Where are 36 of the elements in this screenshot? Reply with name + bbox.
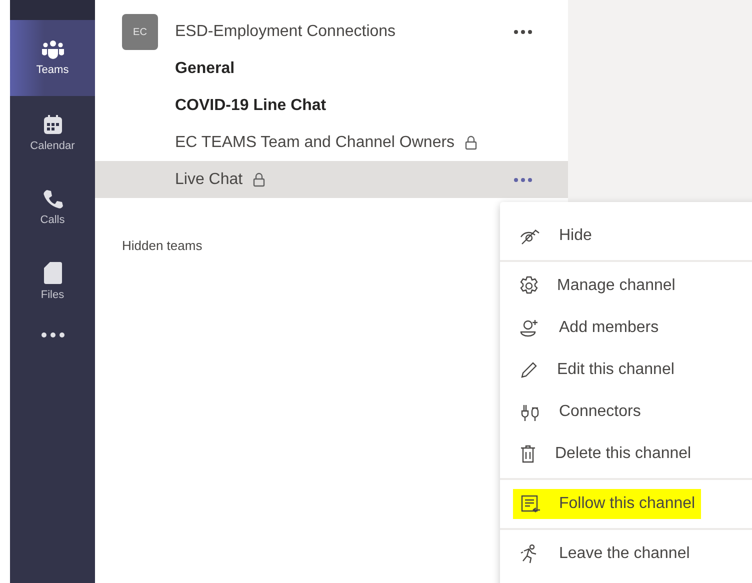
more-options-icon[interactable] xyxy=(513,29,533,35)
file-icon xyxy=(42,261,62,285)
menu-item[interactable]: Edit this channel xyxy=(557,359,674,381)
more-options-icon[interactable] xyxy=(513,176,533,182)
menu-item[interactable]: Hide xyxy=(559,225,592,247)
app-bar-tab[interactable]: Teams xyxy=(10,20,95,96)
menu-item[interactable]: Delete this channel xyxy=(555,443,692,465)
plug-icon xyxy=(519,402,541,422)
team-row[interactable]: EC ESD-Employment Connections xyxy=(95,14,568,50)
menu-item[interactable]: Connectors xyxy=(559,401,641,423)
section-label: Hidden teams xyxy=(122,238,204,253)
settings-icon xyxy=(519,276,539,296)
menu-item[interactable]: Leave the channel xyxy=(559,543,690,565)
app-bar-tab[interactable]: Calendar xyxy=(10,96,95,170)
menu-item[interactable]: Follow this channel xyxy=(559,493,696,515)
channel-name: Live Chat xyxy=(175,170,243,188)
pencil-icon xyxy=(519,360,539,380)
menu-item[interactable]: Manage channel xyxy=(557,275,676,297)
channel-name: General xyxy=(175,60,235,78)
calendar-icon xyxy=(42,114,64,136)
app-bar-tab[interactable]: Files xyxy=(10,244,95,318)
channel-name: EC TEAMS Team and Channel Owners xyxy=(175,134,455,152)
channel-row[interactable]: Live Chat xyxy=(95,161,568,198)
channel-row[interactable]: COVID-19 Line Chat xyxy=(95,87,568,124)
app-bar-tab[interactable]: Calls xyxy=(10,170,95,244)
team-name: ESD-Employment Connections xyxy=(175,23,397,41)
teams-icon xyxy=(40,40,64,60)
channel-row[interactable]: EC TEAMS Team and Channel Owners xyxy=(95,124,568,161)
team-avatar: EC xyxy=(122,14,158,50)
more-apps-icon[interactable] xyxy=(40,332,64,338)
phone-icon xyxy=(42,188,64,210)
channel-row[interactable]: General xyxy=(95,50,568,87)
trash-icon xyxy=(519,444,537,464)
channel-name: COVID-19 Line Chat xyxy=(175,96,326,114)
follow-list-icon xyxy=(519,494,541,514)
menu-item[interactable]: Add members xyxy=(559,317,659,339)
